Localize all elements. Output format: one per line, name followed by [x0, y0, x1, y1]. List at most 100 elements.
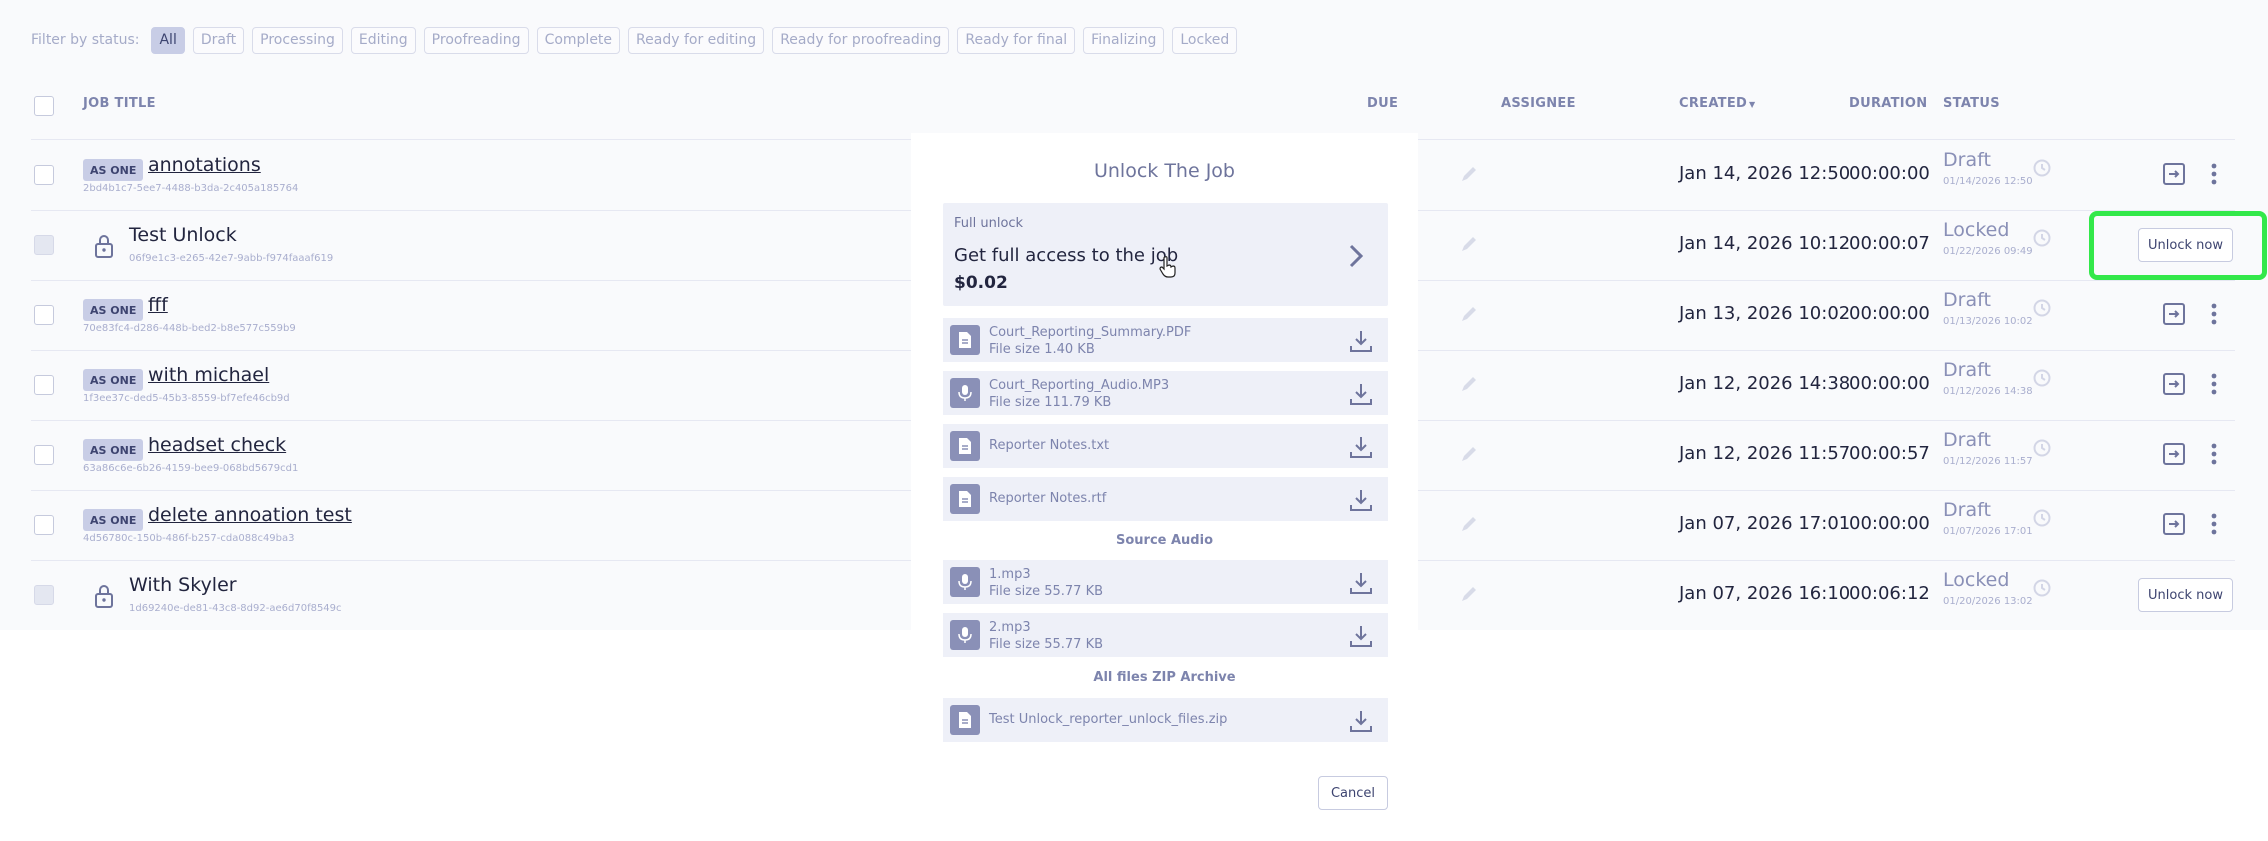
file-name: 2.mp3 [989, 620, 1031, 635]
history-icon[interactable] [2031, 437, 2053, 459]
document-icon [950, 705, 980, 735]
sort-desc-icon[interactable]: ▼ [1749, 100, 1755, 120]
job-title-link[interactable]: with michael [148, 364, 269, 386]
header-assignee[interactable]: ASSIGNEE [1501, 96, 1576, 116]
filter-chip-ready-for-proofreading[interactable]: Ready for proofreading [772, 26, 950, 54]
edit-assignee-icon[interactable] [1458, 513, 1480, 535]
filter-chip-ready-for-final[interactable]: Ready for final [957, 26, 1076, 54]
filter-chip-draft[interactable]: Draft [192, 26, 245, 54]
more-options-icon[interactable] [2209, 301, 2219, 327]
job-id: 2bd4b1c7-5ee7-4488-b3da-2c405a185764 [83, 183, 299, 194]
filter-chip-all[interactable]: All [151, 26, 185, 54]
job-id: 63a86c6e-6b26-4159-bee9-068bd5679cd1 [83, 463, 299, 474]
edit-assignee-icon[interactable] [1458, 233, 1480, 255]
zip-file-item[interactable]: Test Unlock_reporter_unlock_files.zip [943, 698, 1388, 742]
history-icon[interactable] [2031, 577, 2053, 599]
as-one-badge: AS ONE [83, 299, 144, 321]
job-id: 1d69240e-de81-43c8-8d92-ae6d70f8549c [129, 603, 342, 614]
cancel-button[interactable]: Cancel [1318, 776, 1388, 810]
history-icon[interactable] [2031, 227, 2053, 249]
more-options-icon[interactable] [2209, 511, 2219, 537]
history-icon[interactable] [2031, 367, 2053, 389]
job-title-link[interactable]: delete annoation test [148, 504, 352, 526]
filter-chip-locked[interactable]: Locked [1172, 26, 1238, 54]
file-item[interactable]: Reporter Notes.rtf [943, 477, 1388, 521]
filter-chip-finalizing[interactable]: Finalizing [1083, 26, 1165, 54]
row-checkbox [34, 585, 54, 605]
row-checkbox[interactable] [34, 375, 54, 395]
row-checkbox[interactable] [34, 445, 54, 465]
edit-assignee-icon[interactable] [1458, 583, 1480, 605]
filter-chip-processing[interactable]: Processing [252, 26, 343, 54]
duration-value: 00:00:00 [1849, 373, 1930, 394]
history-icon[interactable] [2031, 297, 2053, 319]
job-title-link[interactable]: fff [148, 294, 168, 316]
header-status[interactable]: STATUS [1943, 96, 2000, 116]
full-unlock-option[interactable]: Full unlock Get full access to the job $… [943, 203, 1388, 306]
download-icon[interactable] [1348, 623, 1374, 649]
download-icon[interactable] [1348, 328, 1374, 354]
file-item[interactable]: Court_Reporting_Audio.MP3 File size 111.… [943, 371, 1388, 415]
job-title-link[interactable]: headset check [148, 434, 286, 456]
status-label: Draft [1943, 149, 1991, 171]
unlock-now-button[interactable]: Unlock now [2138, 578, 2233, 612]
filter-chip-proofreading[interactable]: Proofreading [423, 26, 529, 54]
download-icon[interactable] [1348, 434, 1374, 460]
filter-chip-ready-for-editing[interactable]: Ready for editing [628, 26, 765, 54]
more-options-icon[interactable] [2209, 441, 2219, 467]
created-date: Jan 14, 2026 12:50 [1679, 163, 1851, 184]
file-size: File size 1.40 KB [989, 342, 1095, 357]
file-item[interactable]: Reporter Notes.txt [943, 424, 1388, 468]
duration-value: 00:00:00 [1849, 303, 1930, 324]
download-icon[interactable] [1348, 708, 1374, 734]
microphone-icon [950, 620, 980, 650]
transfer-job-icon[interactable] [2161, 301, 2187, 327]
history-icon[interactable] [2031, 507, 2053, 529]
file-item[interactable]: 1.mp3 File size 55.77 KB [943, 560, 1388, 604]
transfer-job-icon[interactable] [2161, 511, 2187, 537]
chevron-right-icon[interactable] [1347, 243, 1365, 269]
row-checkbox[interactable] [34, 305, 54, 325]
download-icon[interactable] [1348, 570, 1374, 596]
file-name: 1.mp3 [989, 567, 1031, 582]
header-job-title[interactable]: JOB TITLE [83, 96, 156, 116]
status-date: 01/22/2026 09:49 [1943, 246, 2033, 257]
file-name: Reporter Notes.txt [989, 438, 1110, 453]
hand-cursor-icon [1159, 256, 1176, 278]
edit-assignee-icon[interactable] [1458, 163, 1480, 185]
file-item[interactable]: 2.mp3 File size 55.77 KB [943, 613, 1388, 657]
file-name: Court_Reporting_Audio.MP3 [989, 378, 1170, 393]
transfer-job-icon[interactable] [2161, 441, 2187, 467]
as-one-badge: AS ONE [83, 159, 144, 181]
row-checkbox[interactable] [34, 515, 54, 535]
download-icon[interactable] [1348, 487, 1374, 513]
transfer-job-icon[interactable] [2161, 371, 2187, 397]
status-label: Locked [1943, 569, 2010, 591]
job-title: Test Unlock [129, 224, 237, 246]
filter-chip-editing[interactable]: Editing [350, 26, 416, 54]
header-due[interactable]: DUE [1367, 96, 1398, 116]
header-duration[interactable]: DURATION [1849, 96, 1927, 116]
file-name: Test Unlock_reporter_unlock_files.zip [989, 712, 1228, 727]
created-date: Jan 12, 2026 11:57 [1679, 443, 1851, 464]
filter-chip-complete[interactable]: Complete [536, 26, 621, 54]
download-icon[interactable] [1348, 381, 1374, 407]
more-options-icon[interactable] [2209, 371, 2219, 397]
status-date: 01/07/2026 17:01 [1943, 526, 2033, 537]
row-checkbox[interactable] [34, 165, 54, 185]
header-created[interactable]: CREATED [1679, 96, 1747, 116]
select-all-checkbox[interactable] [34, 96, 54, 116]
edit-assignee-icon[interactable] [1458, 373, 1480, 395]
status-label: Draft [1943, 499, 1991, 521]
status-filter-bar: Filter by status: All Draft Processing E… [31, 26, 1238, 54]
more-options-icon[interactable] [2209, 161, 2219, 187]
transfer-job-icon[interactable] [2161, 161, 2187, 187]
history-icon[interactable] [2031, 157, 2053, 179]
edit-assignee-icon[interactable] [1458, 443, 1480, 465]
created-date: Jan 12, 2026 14:38 [1679, 373, 1851, 394]
as-one-badge: AS ONE [83, 369, 144, 391]
job-title-link[interactable]: annotations [148, 154, 261, 176]
edit-assignee-icon[interactable] [1458, 303, 1480, 325]
document-icon [950, 325, 980, 355]
file-item[interactable]: Court_Reporting_Summary.PDF File size 1.… [943, 318, 1388, 362]
